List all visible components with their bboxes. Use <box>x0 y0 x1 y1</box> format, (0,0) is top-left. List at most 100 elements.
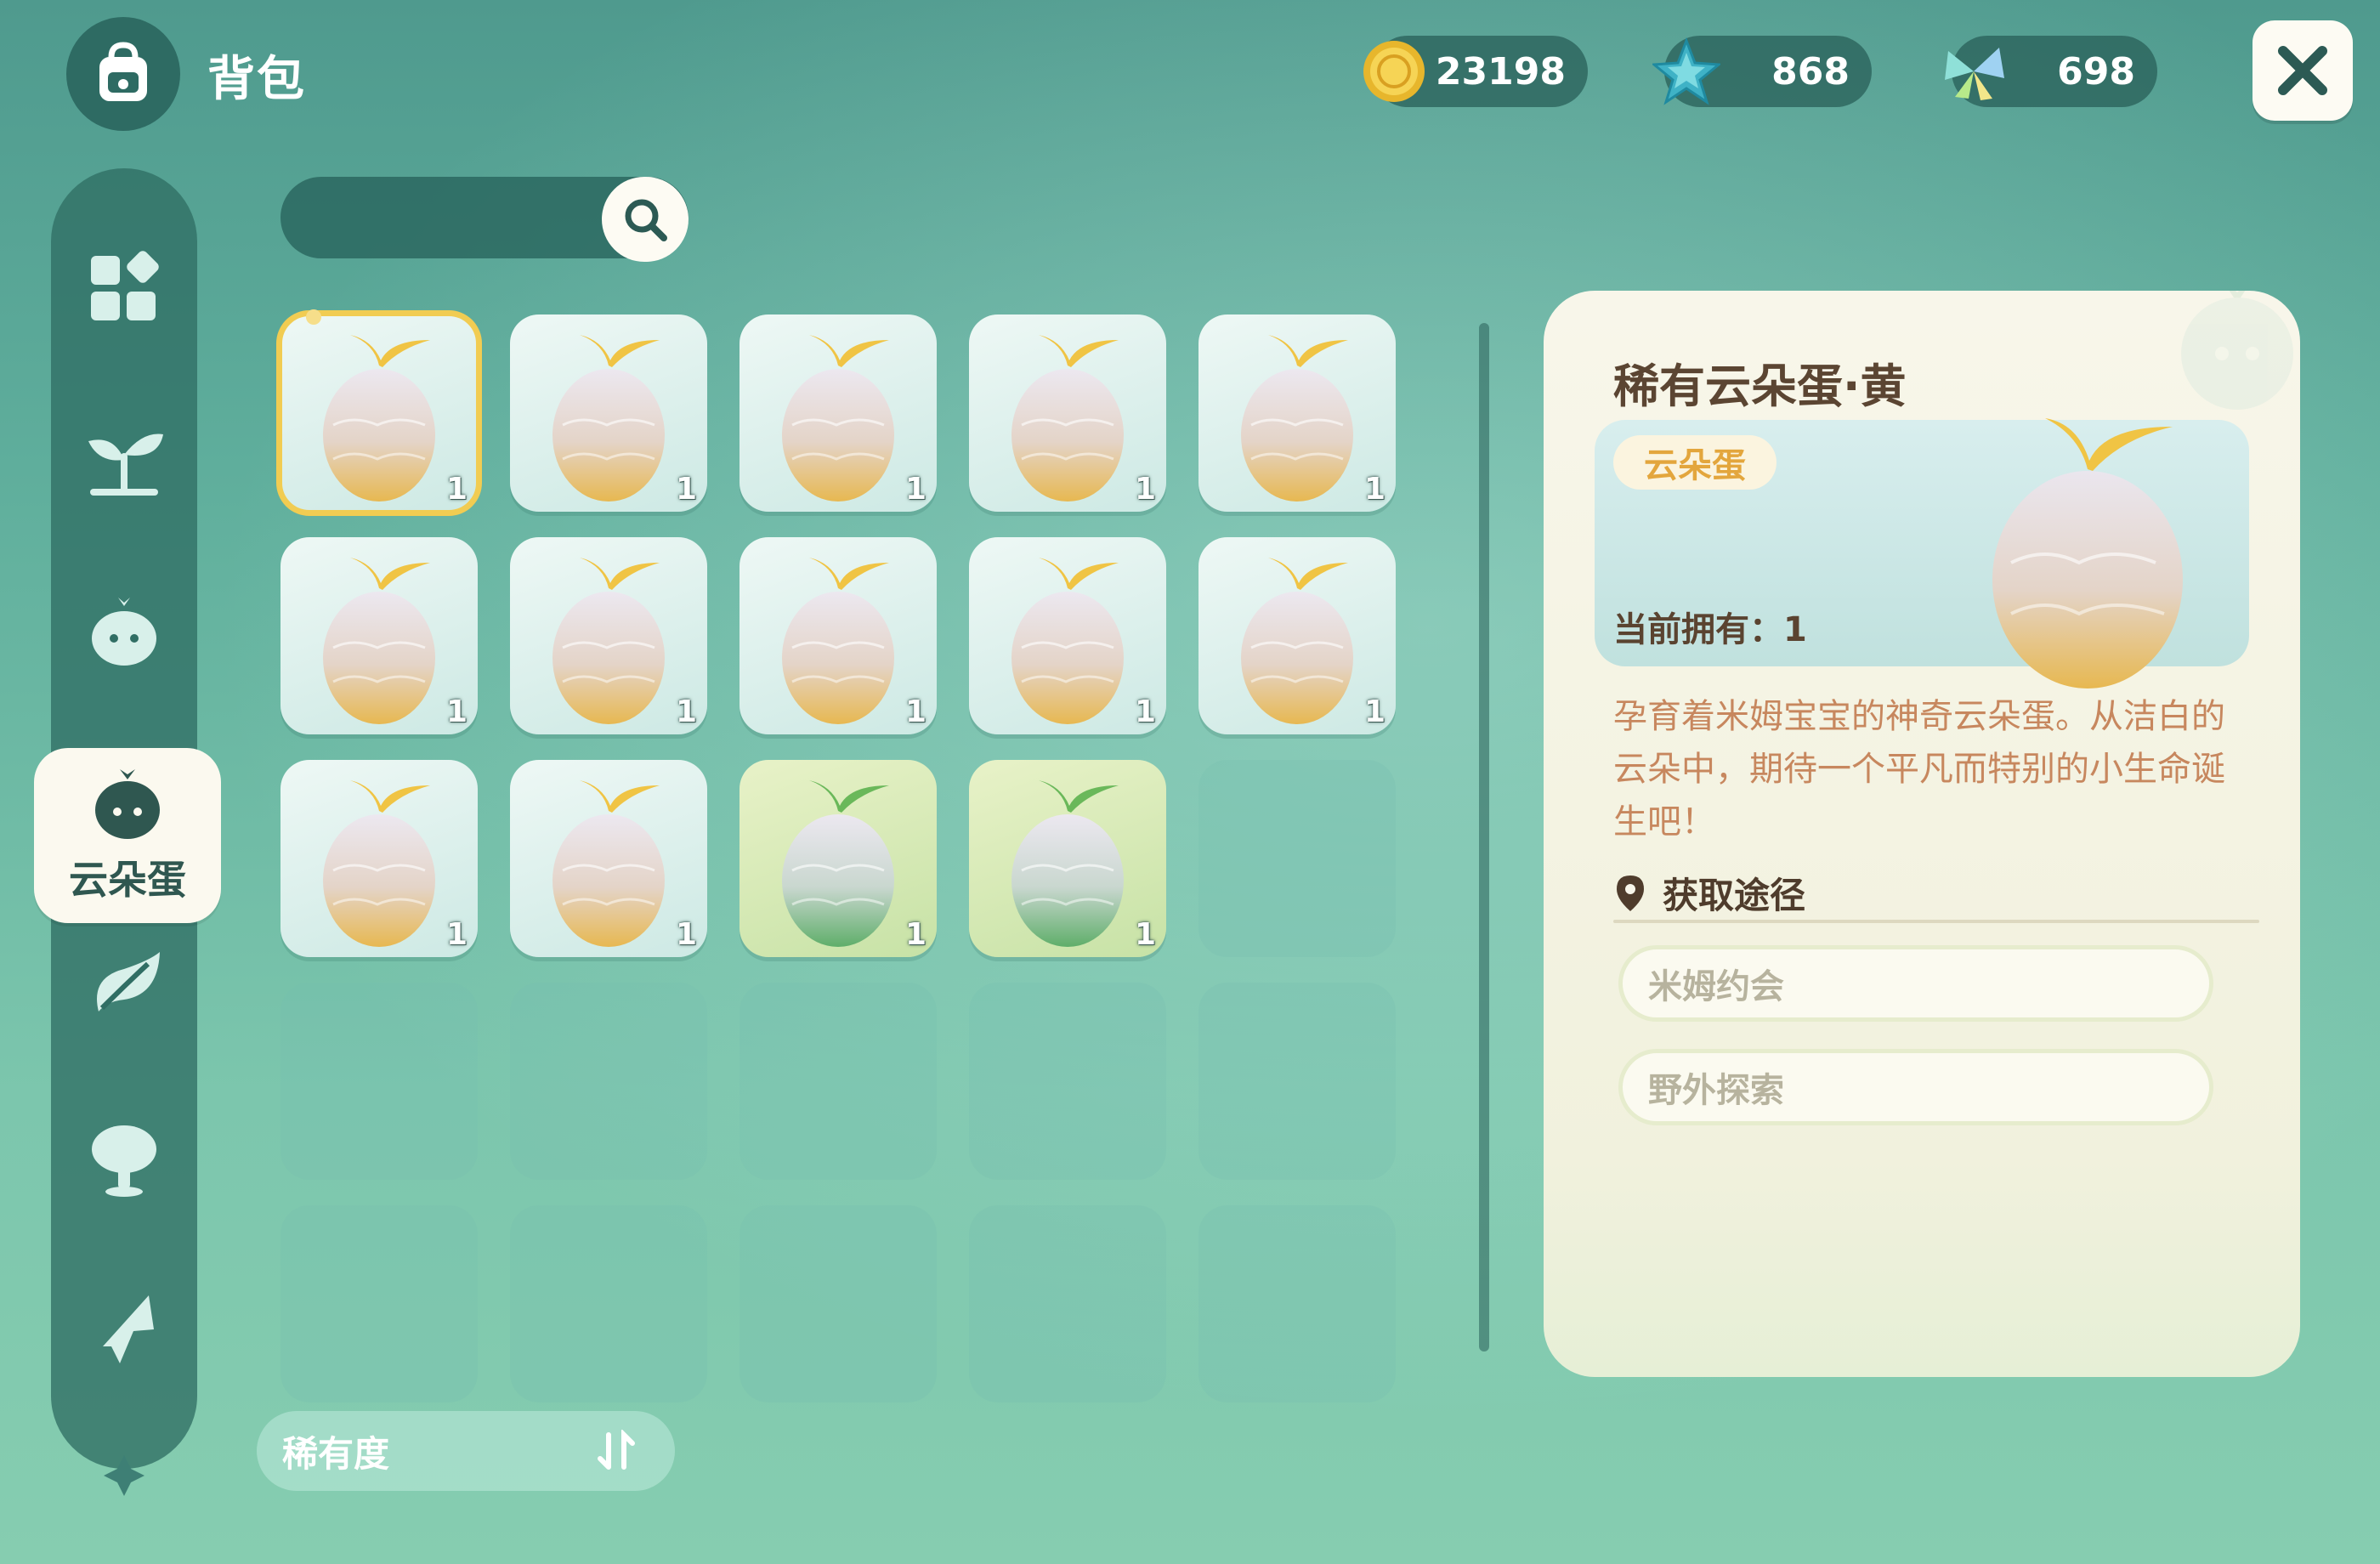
sort-label: 稀有度 <box>282 1432 390 1475</box>
gold-coin-icon <box>1363 41 1425 102</box>
inventory-slot[interactable]: 1 <box>740 760 937 957</box>
inventory-slot[interactable]: 1 <box>740 537 937 734</box>
cloud-egg-yellow-icon <box>311 549 447 728</box>
item-count: 1 <box>1134 917 1156 952</box>
cloud-egg-yellow-icon <box>311 326 447 505</box>
owned-count: 当前拥有：1 <box>1613 610 1807 649</box>
inventory-slot[interactable]: 1 <box>280 760 478 957</box>
blue-star-icon <box>1652 37 1720 105</box>
top-bar: 背包 23198 868 698 <box>0 0 2380 144</box>
inventory-slot[interactable]: 1 <box>280 537 478 734</box>
cloud-egg-green-icon <box>1000 772 1136 950</box>
item-count: 1 <box>904 694 926 729</box>
search-icon <box>625 199 667 241</box>
cloud-egg-yellow-icon <box>1229 326 1365 505</box>
item-count: 1 <box>1134 694 1156 729</box>
inventory-slot[interactable]: 1 <box>740 314 937 512</box>
inventory-slot-empty <box>969 983 1166 1180</box>
sidebar-item-slime[interactable] <box>51 564 197 700</box>
item-type-tag: 云朵蛋 <box>1613 435 1776 490</box>
close-button[interactable] <box>2252 20 2353 121</box>
inventory-slot-empty <box>280 1205 478 1402</box>
divider <box>1613 920 2259 923</box>
cloud-egg-yellow-icon <box>541 549 677 728</box>
inventory-slot[interactable]: 1 <box>276 309 482 516</box>
crystal-butterfly-icon <box>1945 48 2004 100</box>
star-value: 868 <box>1771 49 1850 94</box>
inventory-slot-empty <box>740 983 937 1180</box>
cloud-egg-yellow-icon <box>770 326 906 505</box>
inventory-slot-empty <box>510 1205 707 1402</box>
selected-indicator <box>306 309 321 325</box>
item-name: 稀有云朵蛋·黄 <box>1613 360 1907 413</box>
cloud-egg-yellow-icon <box>1000 326 1136 505</box>
item-description: 孕育着米姆宝宝的神奇云朵蛋。从洁白的云朵中，期待一个平凡而特别的小生命诞生吧！ <box>1613 697 2225 842</box>
all-items-icon <box>91 251 159 320</box>
sort-button[interactable]: 稀有度 <box>257 1411 675 1491</box>
item-count: 1 <box>1134 472 1156 507</box>
inventory-slot[interactable]: 1 <box>510 760 707 957</box>
crystal-counter: 698 <box>1945 36 2157 107</box>
item-count: 1 <box>675 694 697 729</box>
cloud-egg-icon <box>95 769 160 839</box>
sidebar-ornament-icon <box>104 1455 144 1496</box>
inventory-slot[interactable]: 1 <box>969 760 1166 957</box>
sidebar-item-all[interactable] <box>51 221 197 357</box>
item-count: 1 <box>1363 694 1386 729</box>
scrollbar[interactable] <box>1479 323 1489 1352</box>
sidebar-item-label: 云朵蛋 <box>69 857 186 903</box>
item-count: 1 <box>445 917 468 952</box>
sidebar-item-pin-leaf[interactable] <box>51 1261 197 1397</box>
inventory-slot[interactable]: 1 <box>510 537 707 734</box>
cloud-egg-yellow-icon <box>1000 549 1136 728</box>
item-count: 1 <box>904 472 926 507</box>
tree-icon <box>92 1125 156 1197</box>
item-count: 1 <box>904 917 926 952</box>
inventory-slot-empty <box>1198 1205 1396 1402</box>
item-count: 1 <box>675 917 697 952</box>
crystal-value: 698 <box>2057 49 2135 94</box>
source-button-mim-date[interactable]: 米姆约会 <box>1618 945 2213 1022</box>
sidebar-item-cloud-egg[interactable]: 云朵蛋 <box>34 748 221 923</box>
item-count: 1 <box>675 472 697 507</box>
cloud-egg-green-icon <box>770 772 906 950</box>
cloud-egg-yellow-icon <box>311 772 447 950</box>
cloud-egg-yellow-icon <box>1992 418 2183 688</box>
leaf-icon <box>97 952 160 1012</box>
coin-counter: 23198 <box>1363 36 1588 107</box>
source-button-field-explore[interactable]: 野外探索 <box>1618 1049 2213 1125</box>
location-pin-icon <box>1617 875 1644 911</box>
sprout-icon <box>88 434 163 496</box>
inventory-slot[interactable]: 1 <box>1198 537 1396 734</box>
inventory-slot-empty <box>280 983 478 1180</box>
item-count: 1 <box>445 694 468 729</box>
cloud-egg-yellow-icon <box>541 326 677 505</box>
backpack-icon <box>66 17 180 131</box>
sidebar-item-leaf[interactable] <box>51 918 197 1054</box>
inventory-slot-empty <box>740 1205 937 1402</box>
coin-value: 23198 <box>1435 49 1566 94</box>
star-counter: 868 <box>1652 36 1872 107</box>
item-count: 1 <box>445 472 468 507</box>
search-button[interactable] <box>602 177 688 262</box>
cloud-egg-yellow-icon <box>1229 549 1365 728</box>
cloud-egg-yellow-icon <box>770 549 906 728</box>
inventory-slot-empty <box>1198 760 1396 957</box>
slime-icon <box>92 598 156 666</box>
inventory-slot[interactable]: 1 <box>510 314 707 512</box>
pin-leaf-icon <box>103 1295 154 1363</box>
inventory-slot-empty <box>1198 983 1396 1180</box>
close-icon <box>2278 46 2327 95</box>
inventory-slot-empty <box>969 1205 1166 1402</box>
inventory-slot[interactable]: 1 <box>1198 314 1396 512</box>
cloud-egg-yellow-icon <box>541 772 677 950</box>
sidebar-item-sprout[interactable] <box>51 393 197 529</box>
sources-header-label: 获取途径 <box>1663 875 1806 916</box>
sort-icon <box>598 1430 635 1470</box>
item-count: 1 <box>1363 472 1386 507</box>
page-title: 背包 <box>207 52 306 107</box>
item-detail-panel: 稀有云朵蛋·黄 云朵蛋 当前拥有：1 孕育着米姆宝宝的神奇云朵蛋。从洁白的云朵中… <box>1544 291 2300 1377</box>
sidebar-item-tree[interactable] <box>51 1090 197 1226</box>
inventory-slot[interactable]: 1 <box>969 537 1166 734</box>
inventory-slot[interactable]: 1 <box>969 314 1166 512</box>
